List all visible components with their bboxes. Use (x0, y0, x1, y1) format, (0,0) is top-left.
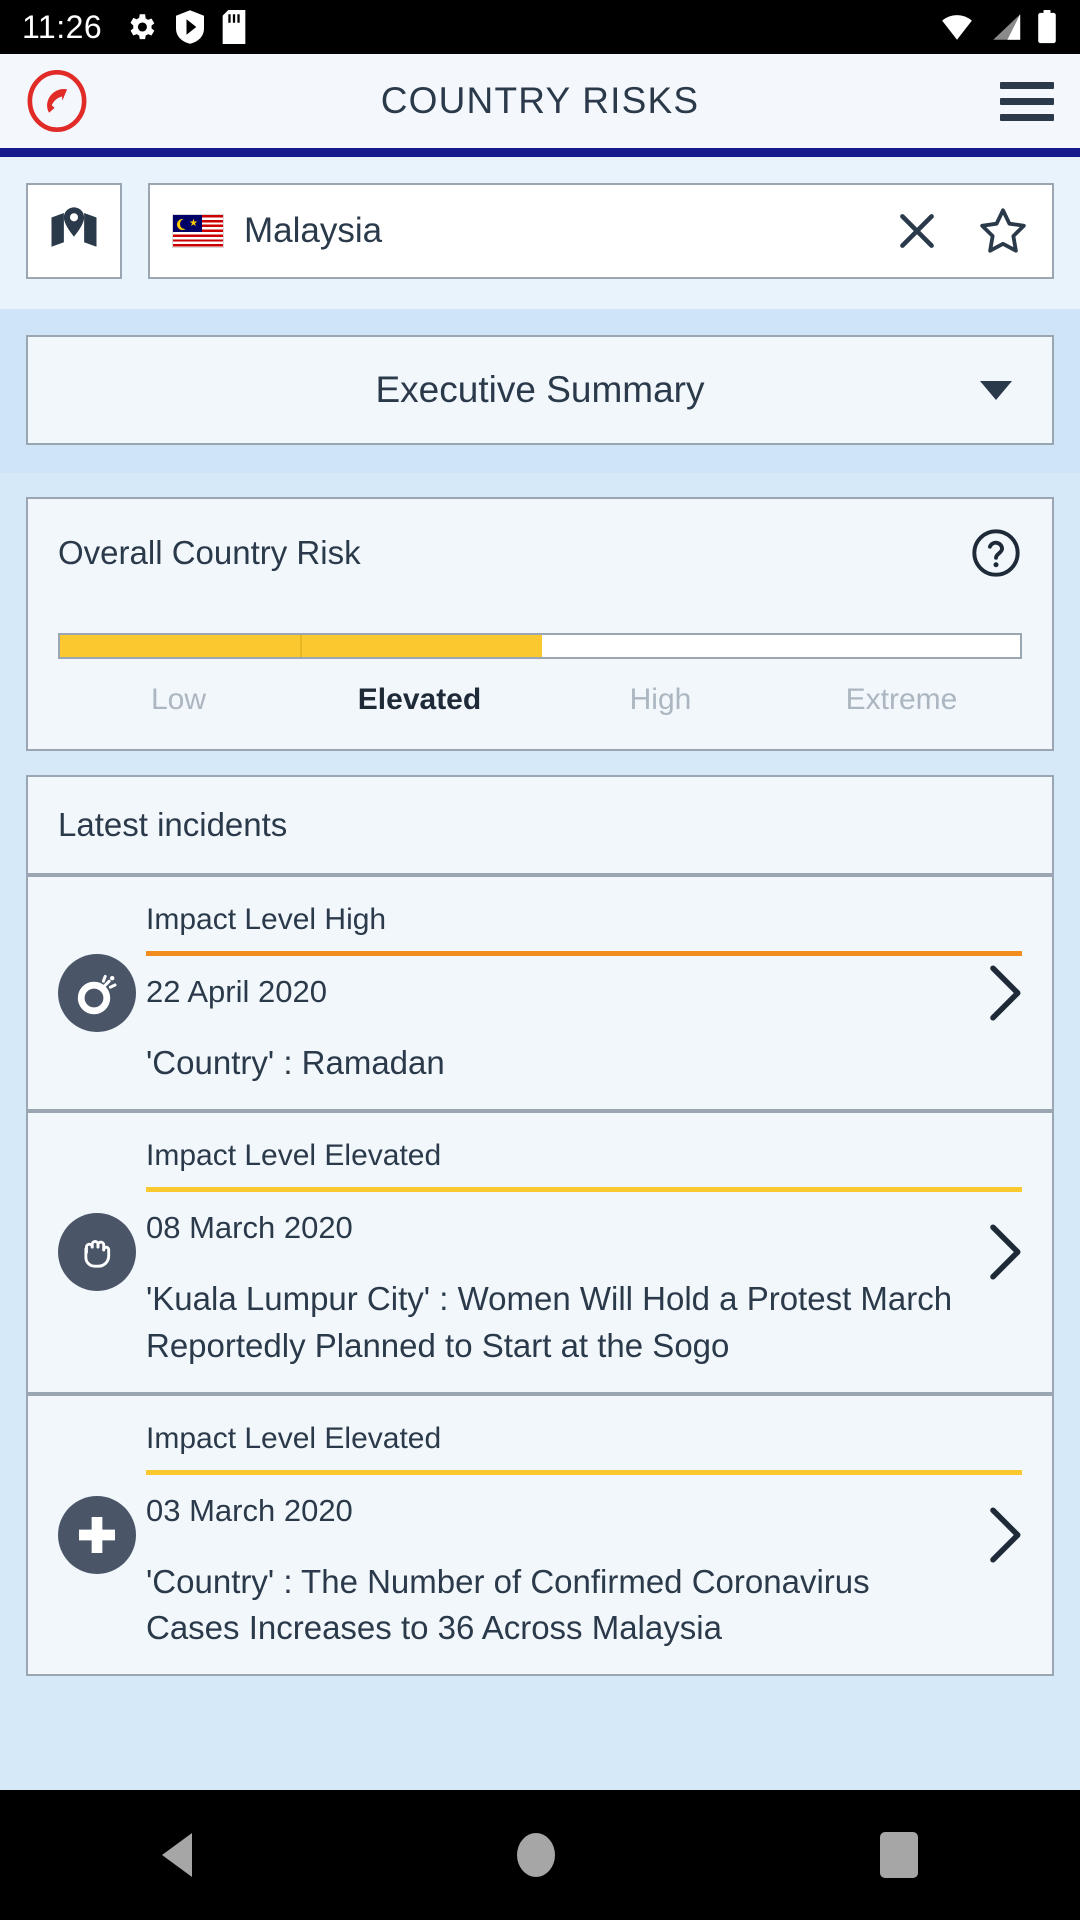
recents-square-icon[interactable] (879, 1832, 918, 1878)
risk-gauge-fill-low (60, 635, 300, 657)
chevron-right-icon[interactable] (982, 1219, 1026, 1285)
latest-incidents-header: Latest incidents (26, 775, 1054, 875)
chevron-down-icon[interactable] (980, 380, 1012, 400)
medical-cross-icon (58, 1495, 136, 1574)
bomb-icon (58, 953, 136, 1032)
incident-row[interactable]: Impact Level Elevated 08 March 2020 'Kua… (26, 1110, 1054, 1394)
status-right-icons (938, 10, 1058, 44)
risk-level-low: Low (150, 683, 207, 716)
status-left-icons (124, 10, 246, 44)
overall-risk-title: Overall Country Risk (58, 534, 361, 571)
incident-row[interactable]: Impact Level High 22 April 2020 'Country… (26, 875, 1054, 1111)
risk-gauge (58, 633, 1022, 659)
android-nav-bar (0, 1790, 1080, 1920)
incident-text: 'Country' : Ramadan (146, 1044, 445, 1081)
hamburger-menu-icon[interactable] (1000, 81, 1054, 121)
incident-date: 08 March 2020 (146, 1209, 353, 1245)
battery-icon (1038, 10, 1056, 44)
overall-risk-section: Overall Country Risk Low Elevated High E… (0, 473, 1080, 751)
executive-summary-band: Executive Summary (0, 309, 1080, 473)
status-time: 11:26 (22, 8, 103, 45)
cellular-signal-icon (993, 14, 1021, 40)
latest-incidents-title: Latest incidents (58, 806, 288, 843)
chevron-right-icon[interactable] (982, 960, 1026, 1026)
shield-play-icon (176, 10, 205, 44)
gear-icon (130, 14, 155, 40)
risk-level-extreme: Extreme (845, 683, 958, 716)
incident-text: 'Country' : The Number of Confirmed Coro… (146, 1562, 870, 1647)
search-zone: ★ Malaysia (0, 157, 1080, 309)
incident-impact-label: Impact Level Elevated (146, 1138, 442, 1172)
back-triangle-icon[interactable] (162, 1833, 193, 1877)
incident-impact-label: Impact Level High (146, 903, 387, 936)
risk-gauge-fill-elevated (302, 635, 542, 657)
risk-level-elevated: Elevated (357, 683, 482, 716)
risk-level-high: High (629, 683, 692, 716)
incident-date: 03 March 2020 (146, 1492, 353, 1528)
app-bar: COUNTRY RISKS (0, 54, 1080, 148)
help-circle-icon[interactable] (970, 527, 1022, 579)
overall-risk-gauge-card: Low Elevated High Extreme (26, 607, 1054, 751)
incident-row[interactable]: Impact Level Elevated 03 March 2020 'Cou… (26, 1393, 1054, 1677)
incident-impact-label: Impact Level Elevated (146, 1421, 442, 1455)
phone-screen: 11:26 COUNTRY RISKS ★ Malaysia Executive… (0, 0, 1080, 1920)
status-bar: 11:26 (0, 0, 1080, 54)
raised-fist-icon (58, 1213, 136, 1292)
sd-card-icon (222, 10, 246, 44)
appbar-accent-rule (0, 148, 1080, 157)
executive-summary-label: Executive Summary (375, 369, 705, 410)
incident-date: 22 April 2020 (146, 974, 327, 1009)
page-title: COUNTRY RISKS (380, 80, 700, 121)
incident-text: 'Kuala Lumpur City' : Women Will Hold a … (146, 1279, 953, 1364)
flag-star: ★ (189, 218, 198, 229)
malaysia-flag-icon: ★ (172, 214, 224, 248)
star-outline-icon[interactable] (976, 204, 1030, 258)
close-icon[interactable] (892, 206, 942, 256)
latest-incidents-section: Latest incidents Impact Level High 22 Ap… (0, 751, 1080, 1677)
search-input[interactable]: ★ Malaysia (148, 183, 1054, 279)
overall-risk-header: Overall Country Risk (26, 497, 1054, 607)
search-value: Malaysia (244, 211, 383, 250)
risk-gauge-labels: Low Elevated High Extreme (58, 683, 1022, 717)
executive-summary-toggle[interactable]: Executive Summary (26, 335, 1054, 445)
phone-circle-icon[interactable] (26, 70, 88, 132)
wifi-icon (942, 15, 972, 40)
chevron-right-icon[interactable] (982, 1502, 1026, 1568)
home-circle-icon[interactable] (516, 1833, 555, 1877)
map-pin-icon[interactable] (26, 183, 122, 279)
